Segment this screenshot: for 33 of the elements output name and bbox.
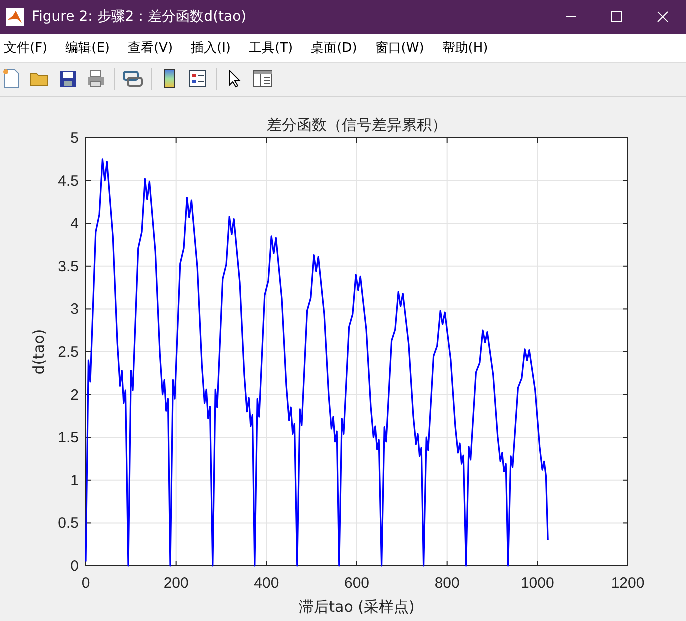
menu-item[interactable]: 桌面(D) xyxy=(309,36,374,60)
menu-item[interactable]: 文件(F) xyxy=(2,36,64,60)
y-axis-label: d(tao) xyxy=(30,329,48,375)
x-tick-label: 600 xyxy=(344,575,370,592)
y-tick-label: 4.5 xyxy=(58,172,79,190)
y-tick-label: 2.5 xyxy=(58,344,79,361)
menu-item[interactable]: 查看(V) xyxy=(126,36,190,60)
y-tick-label: 3.5 xyxy=(58,258,79,276)
x-tick-label: 400 xyxy=(254,575,280,592)
menu-item[interactable]: 编辑(E) xyxy=(64,36,126,60)
app-logo-icon xyxy=(6,8,24,26)
y-tick-label: 0 xyxy=(70,558,79,575)
y-tick-label: 0.5 xyxy=(58,515,79,532)
close-icon xyxy=(657,11,669,23)
menu-item[interactable]: 工具(T) xyxy=(247,36,310,60)
y-tick-label: 1.5 xyxy=(58,430,79,447)
y-tick-label: 1 xyxy=(70,472,79,490)
y-tick-label: 5 xyxy=(70,130,79,147)
menu-item[interactable]: 插入(I) xyxy=(189,36,248,60)
y-tick-label: 3 xyxy=(70,301,79,318)
y-tick-label: 4 xyxy=(70,216,79,233)
x-tick-label: 0 xyxy=(82,575,90,592)
x-tick-label: 200 xyxy=(164,575,189,592)
maximize-icon xyxy=(611,11,623,23)
window-title: Figure 2: 步骤2：差分函数d(tao) xyxy=(32,8,248,26)
menu-item[interactable]: 窗口(W) xyxy=(373,36,440,60)
x-axis-label: 滞后tao (采样点) xyxy=(299,598,415,616)
x-tick-label: 1200 xyxy=(611,575,645,592)
y-tick-label: 2 xyxy=(70,386,79,404)
chart-title: 差分函数（信号差异累积） xyxy=(267,116,447,134)
x-tick-label: 800 xyxy=(434,575,460,592)
x-tick-label: 1000 xyxy=(520,575,554,592)
menu-item[interactable]: 帮助(H) xyxy=(440,36,504,60)
